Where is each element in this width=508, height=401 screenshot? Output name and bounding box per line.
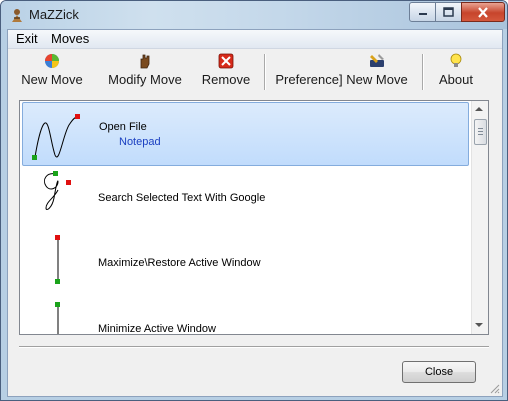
- gesture-maximize-icon: [55, 235, 60, 284]
- new-move-icon: [45, 54, 59, 68]
- maximize-icon: [443, 7, 454, 17]
- menu-exit[interactable]: Exit: [16, 31, 38, 46]
- modify-move-button[interactable]: Modify Move: [102, 52, 188, 92]
- tools-icon: [370, 54, 384, 67]
- maximize-button[interactable]: [435, 2, 462, 22]
- list-item[interactable]: Minimize Active Window: [22, 297, 469, 335]
- scroll-down-icon[interactable]: [475, 323, 483, 327]
- menu-bar: Exit Moves: [8, 30, 502, 49]
- app-icon: [12, 9, 22, 22]
- title-bar[interactable]: MaZZick: [1, 1, 507, 29]
- list-item-title: Open File: [99, 121, 147, 133]
- list-item-title: Search Selected Text With Google: [98, 192, 266, 204]
- gesture-search-google-icon: [43, 171, 71, 211]
- new-move-label: New Move: [21, 72, 83, 87]
- list-item[interactable]: Open File Notepad: [22, 102, 469, 166]
- about-button[interactable]: About: [432, 52, 480, 92]
- close-icon: [478, 6, 488, 18]
- list-scrollbar[interactable]: [471, 101, 488, 334]
- toolbar: New Move Modify Move Remove Preference]: [8, 50, 502, 94]
- lightbulb-icon: [450, 53, 462, 67]
- new-move-button[interactable]: New Move: [16, 52, 88, 92]
- app-window: MaZZick Exit Moves New Move Modify Move …: [0, 0, 508, 401]
- gesture-open-file-icon: [32, 114, 80, 160]
- modify-move-label: Modify Move: [108, 72, 182, 87]
- about-label: About: [439, 72, 473, 87]
- minimize-icon: [418, 13, 427, 15]
- list-item[interactable]: Maximize\Restore Active Window: [22, 231, 469, 295]
- close-button[interactable]: Close: [402, 361, 476, 383]
- moves-list[interactable]: Open File Notepad Search Selected Text W…: [19, 100, 489, 335]
- new-move-2-button[interactable]: New Move: [342, 52, 412, 92]
- remove-button[interactable]: Remove: [198, 52, 254, 92]
- resize-grip-icon[interactable]: [488, 382, 500, 394]
- scroll-up-icon[interactable]: [475, 107, 483, 111]
- close-window-button[interactable]: [461, 2, 505, 22]
- list-item-title: Maximize\Restore Active Window: [98, 257, 261, 269]
- list-item-subtitle: Notepad: [119, 136, 161, 148]
- list-item[interactable]: Search Selected Text With Google: [22, 166, 469, 230]
- scroll-thumb[interactable]: [474, 119, 487, 145]
- toolbar-separator: [264, 54, 266, 90]
- list-item-title: Minimize Active Window: [98, 323, 216, 335]
- toolbar-separator: [422, 54, 424, 90]
- preferences-label: Preference]: [275, 72, 343, 87]
- remove-icon: [218, 53, 234, 69]
- hand-icon: [140, 54, 150, 69]
- preferences-button[interactable]: Preference]: [272, 52, 346, 92]
- window-title: MaZZick: [29, 7, 79, 22]
- client-area: Exit Moves New Move Modify Move Remove P…: [7, 29, 503, 397]
- gesture-minimize-icon: [55, 302, 60, 334]
- menu-moves[interactable]: Moves: [51, 31, 89, 46]
- remove-label: Remove: [201, 72, 251, 87]
- footer-separator: [19, 346, 489, 348]
- new-move-2-label: New Move: [346, 72, 408, 87]
- minimize-button[interactable]: [409, 2, 436, 22]
